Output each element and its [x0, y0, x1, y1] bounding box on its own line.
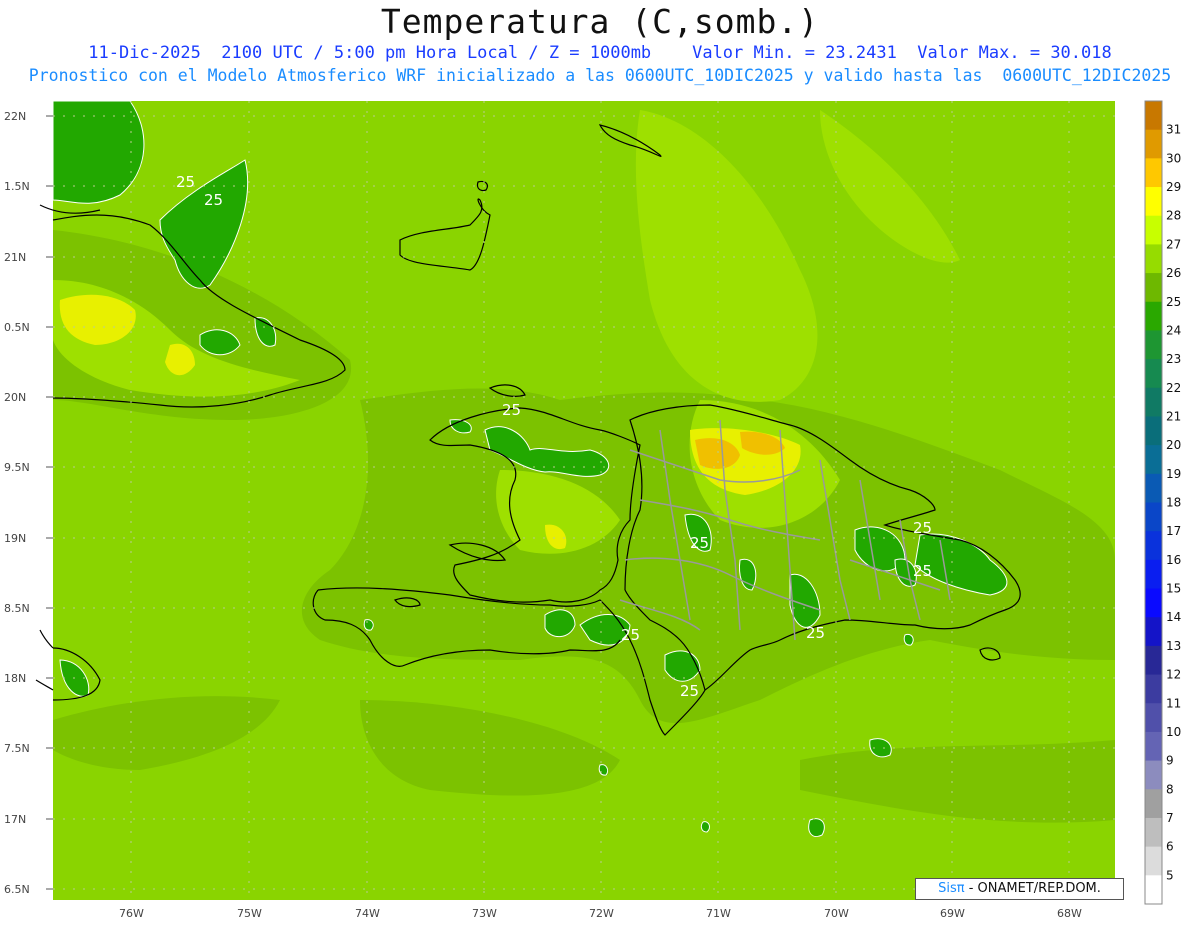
colorbar-label: 19: [1166, 467, 1181, 481]
colorbar-swatch: [1145, 215, 1162, 245]
colorbar-label: 13: [1166, 639, 1181, 653]
colorbar-swatch: [1145, 301, 1162, 331]
colorbar-label: 30: [1166, 151, 1181, 165]
contour-label: 25: [913, 519, 932, 537]
lat-tick-label: 20N: [4, 391, 26, 404]
lon-tick-label: 71W: [706, 907, 731, 920]
temperature-map: 25 25 25 25 25 25 25 25 25 22N 1.5N 21N …: [4, 100, 1181, 920]
colorbar-label: 25: [1166, 295, 1181, 309]
colorbar-swatch: [1145, 703, 1162, 733]
lon-tick-label: 75W: [237, 907, 262, 920]
contour-label: 25: [621, 626, 640, 644]
colorbar-label: 22: [1166, 381, 1181, 395]
brand-name: Sisπ: [938, 881, 965, 896]
colorbar-label: 24: [1166, 323, 1181, 337]
colorbar-swatch: [1145, 445, 1162, 475]
colorbar-swatch: [1145, 158, 1162, 188]
lon-tick-label: 70W: [824, 907, 849, 920]
colorbar-swatch: [1145, 760, 1162, 790]
colorbar-label: 26: [1166, 266, 1181, 280]
colorbar-label: 6: [1166, 840, 1174, 854]
lon-tick-label: 76W: [119, 907, 144, 920]
colorbar-swatch: [1145, 645, 1162, 676]
colorbar-label: 17: [1166, 524, 1181, 538]
contour-label: 25: [502, 401, 521, 419]
colorbar-swatch: [1145, 473, 1162, 503]
lon-tick-label: 69W: [940, 907, 965, 920]
colorbar-swatch: [1145, 273, 1162, 303]
colorbar-label: 14: [1166, 610, 1181, 624]
lon-tick-label: 68W: [1057, 907, 1082, 920]
lat-tick-label: 7.5N: [4, 742, 30, 755]
colorbar-label: 7: [1166, 811, 1174, 825]
contour-label: 25: [690, 534, 709, 552]
lon-tick-label: 73W: [472, 907, 497, 920]
colorbar-label: 10: [1166, 725, 1181, 739]
lat-tick-label: 21N: [4, 251, 26, 264]
colorbar-swatch: [1145, 101, 1162, 131]
colorbar-swatch: [1145, 875, 1162, 905]
colorbar-swatch: [1145, 846, 1162, 876]
colorbar-label: 12: [1166, 668, 1181, 682]
lon-tick-label: 74W: [355, 907, 380, 920]
colorbar-swatch: [1145, 387, 1162, 417]
lat-ticks: [46, 115, 53, 890]
contour-label: 25: [806, 624, 825, 642]
lat-tick-label: 19N: [4, 532, 26, 545]
lat-axis: 22N 1.5N 21N 0.5N 20N 9.5N 19N 8.5N 18N …: [4, 110, 30, 896]
colorbar-swatch: [1145, 674, 1162, 704]
lon-axis: 76W 75W 74W 73W 72W 71W 70W 69W 68W: [119, 907, 1082, 920]
colorbar-label: 16: [1166, 553, 1181, 567]
colorbar-label: 5: [1166, 868, 1174, 882]
contour-label: 25: [913, 562, 932, 580]
colorbar-swatch: [1145, 731, 1162, 762]
colorbar-label: 20: [1166, 438, 1181, 452]
colorbar-swatch: [1145, 129, 1162, 159]
colorbar-swatch: [1145, 416, 1162, 446]
colorbar-swatch: [1145, 617, 1162, 647]
colorbar-swatch: [1145, 330, 1162, 360]
colorbar-label: 8: [1166, 782, 1174, 796]
colorbar-label: 15: [1166, 582, 1181, 596]
lat-tick-label: 0.5N: [4, 321, 30, 334]
colorbar-label: 28: [1166, 209, 1181, 223]
colorbar-swatch: [1145, 502, 1162, 532]
contour-label: 25: [176, 173, 195, 191]
colorbar-label: 21: [1166, 409, 1181, 423]
lat-tick-label: 1.5N: [4, 180, 30, 193]
lat-tick-label: 8.5N: [4, 602, 30, 615]
lat-tick-label: 17N: [4, 813, 26, 826]
lat-tick-label: 22N: [4, 110, 26, 123]
colorbar-label: 18: [1166, 496, 1181, 510]
colorbar-label: 31: [1166, 123, 1181, 137]
contour-label: 25: [680, 682, 699, 700]
colorbar-swatch: [1145, 817, 1162, 848]
colorbar-swatch: [1145, 559, 1162, 590]
credit-text: - ONAMET/REP.DOM.: [964, 881, 1101, 896]
colorbar-label: 11: [1166, 696, 1181, 710]
lon-tick-label: 72W: [589, 907, 614, 920]
colorbar-swatch: [1145, 359, 1162, 389]
lat-tick-label: 18N: [4, 672, 26, 685]
colorbar-swatch: [1145, 187, 1162, 217]
credit-box: Sisπ - ONAMET/REP.DOM.: [915, 878, 1124, 900]
colorbar-label: 9: [1166, 754, 1174, 768]
colorbar-label: 29: [1166, 180, 1181, 194]
colorbar-label: 23: [1166, 352, 1181, 366]
lat-tick-label: 6.5N: [4, 883, 30, 896]
colorbar-swatch: [1145, 588, 1162, 618]
colorbar-swatch: [1145, 244, 1162, 274]
colorbar-swatch: [1145, 789, 1162, 819]
colorbar: 31 30 29 28 27 26 25 24 23 22 21 20 19 18 17 16 15 14 13 12…: [1144, 100, 1181, 905]
contour-label: 25: [204, 191, 223, 209]
colorbar-label: 27: [1166, 237, 1181, 251]
colorbar-swatch: [1145, 531, 1162, 561]
lat-tick-label: 9.5N: [4, 461, 30, 474]
